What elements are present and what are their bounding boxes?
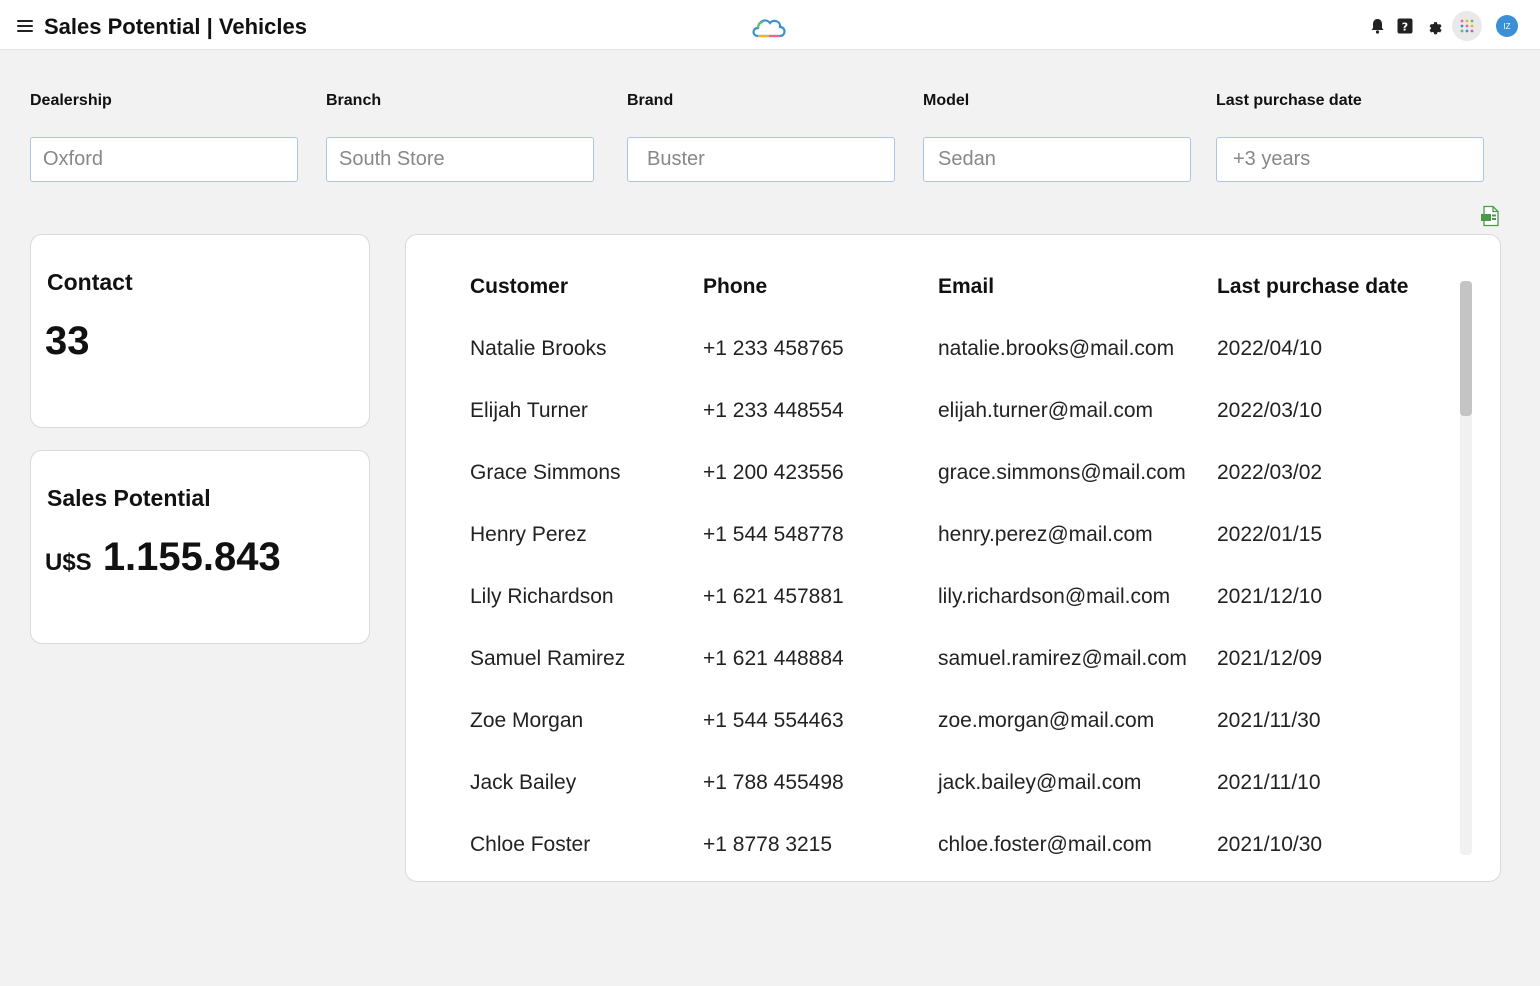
cell-phone: +1 8778 3215 bbox=[703, 833, 833, 856]
filter-branch: Branch bbox=[326, 92, 594, 182]
cell-customer: Henry Perez bbox=[470, 523, 587, 546]
cell-email: natalie.brooks@mail.com bbox=[938, 337, 1175, 360]
cell-phone: +1 233 448554 bbox=[703, 399, 844, 422]
apps-grid-icon[interactable] bbox=[1452, 11, 1482, 41]
cell-phone: +1 200 423556 bbox=[703, 461, 844, 484]
gear-icon[interactable] bbox=[1424, 17, 1442, 35]
card-title: Sales Potential bbox=[47, 485, 211, 511]
table-row[interactable]: Samuel Ramirez +1 621 448884 samuel.rami… bbox=[406, 639, 1456, 679]
page-title: Sales Potential | Vehicles bbox=[44, 14, 307, 39]
branch-input[interactable] bbox=[326, 137, 594, 182]
currency-symbol: U$S bbox=[45, 549, 92, 576]
cell-customer: Chloe Foster bbox=[470, 833, 591, 856]
cell-last-purchase-date: 2022/03/02 bbox=[1217, 461, 1323, 484]
cell-email: zoe.morgan@mail.com bbox=[938, 709, 1155, 732]
table-row[interactable]: Lily Richardson +1 621 457881 lily.richa… bbox=[406, 577, 1456, 617]
top-bar: Sales Potential | Vehicles ? IZ bbox=[0, 0, 1540, 50]
filter-brand: Brand bbox=[627, 92, 895, 182]
filter-label: Last purchase date bbox=[1216, 92, 1362, 109]
cell-email: elijah.turner@mail.com bbox=[938, 399, 1154, 422]
cell-email: chloe.foster@mail.com bbox=[938, 833, 1152, 856]
table-row[interactable]: Henry Perez +1 544 548778 henry.perez@ma… bbox=[406, 515, 1456, 555]
filter-label: Model bbox=[923, 92, 970, 109]
cell-customer: Zoe Morgan bbox=[470, 709, 584, 732]
cell-customer: Elijah Turner bbox=[470, 399, 588, 422]
table-scrollbar[interactable] bbox=[1460, 281, 1472, 855]
last-purchase-date-input[interactable] bbox=[1216, 137, 1484, 182]
bell-icon[interactable] bbox=[1368, 17, 1386, 35]
cell-customer: Lily Richardson bbox=[470, 585, 614, 608]
column-header-customer[interactable]: Customer bbox=[470, 267, 568, 307]
cell-phone: +1 544 554463 bbox=[703, 709, 844, 732]
table-header: Customer Phone Email Last purchase date bbox=[406, 267, 1456, 307]
sales-potential-card: Sales Potential U$S 1.155.843 bbox=[30, 450, 370, 644]
sales-potential-amount: U$S 1.155.843 bbox=[45, 535, 281, 580]
model-input[interactable] bbox=[923, 137, 1191, 182]
contact-count: 33 bbox=[45, 319, 90, 363]
export-spreadsheet-icon[interactable] bbox=[1480, 205, 1502, 227]
filter-label: Brand bbox=[627, 92, 674, 109]
menu-icon[interactable] bbox=[17, 20, 33, 32]
cell-last-purchase-date: 2022/04/10 bbox=[1217, 337, 1323, 360]
brand-input[interactable] bbox=[627, 137, 895, 182]
table-row[interactable]: Zoe Morgan +1 544 554463 zoe.morgan@mail… bbox=[406, 701, 1456, 741]
table-row[interactable]: Grace Simmons +1 200 423556 grace.simmon… bbox=[406, 453, 1456, 493]
column-header-phone[interactable]: Phone bbox=[703, 267, 767, 307]
cell-phone: +1 788 455498 bbox=[703, 771, 844, 794]
table-row[interactable]: Chloe Foster +1 8778 3215 chloe.foster@m… bbox=[406, 825, 1456, 865]
cell-customer: Jack Bailey bbox=[470, 771, 577, 794]
header-actions: ? IZ bbox=[1368, 11, 1518, 41]
table-row[interactable]: Natalie Brooks +1 233 458765 natalie.bro… bbox=[406, 329, 1456, 369]
dealership-input[interactable] bbox=[30, 137, 298, 182]
column-header-email[interactable]: Email bbox=[938, 267, 994, 307]
filter-dealership: Dealership bbox=[30, 92, 298, 182]
cell-customer: Samuel Ramirez bbox=[470, 647, 626, 670]
cell-phone: +1 233 458765 bbox=[703, 337, 844, 360]
cell-email: grace.simmons@mail.com bbox=[938, 461, 1186, 484]
cell-last-purchase-date: 2021/10/30 bbox=[1217, 833, 1323, 856]
cell-customer: Grace Simmons bbox=[470, 461, 621, 484]
cell-email: samuel.ramirez@mail.com bbox=[938, 647, 1187, 670]
cell-email: jack.bailey@mail.com bbox=[938, 771, 1142, 794]
filter-model: Model bbox=[923, 92, 1191, 182]
table-row[interactable]: Elijah Turner +1 233 448554 elijah.turne… bbox=[406, 391, 1456, 431]
cell-phone: +1 621 457881 bbox=[703, 585, 844, 608]
cloud-logo-icon bbox=[752, 19, 786, 38]
help-icon[interactable]: ? bbox=[1396, 17, 1414, 35]
customer-table: Customer Phone Email Last purchase date … bbox=[405, 234, 1501, 882]
cell-last-purchase-date: 2022/01/15 bbox=[1217, 523, 1323, 546]
filter-label: Branch bbox=[326, 92, 382, 109]
cell-email: henry.perez@mail.com bbox=[938, 523, 1153, 546]
filter-label: Dealership bbox=[30, 92, 112, 109]
card-title: Contact bbox=[47, 269, 133, 295]
filter-bar: Dealership Branch Brand Model Last purch… bbox=[0, 92, 1540, 192]
cell-last-purchase-date: 2021/12/09 bbox=[1217, 647, 1323, 670]
sales-value: 1.155.843 bbox=[102, 535, 281, 579]
table-row[interactable]: Jack Bailey +1 788 455498 jack.bailey@ma… bbox=[406, 763, 1456, 803]
cell-email: lily.richardson@mail.com bbox=[938, 585, 1171, 608]
avatar[interactable]: IZ bbox=[1496, 15, 1518, 37]
svg-text:?: ? bbox=[1402, 21, 1408, 34]
filter-last-purchase-date: Last purchase date bbox=[1216, 92, 1484, 182]
cell-last-purchase-date: 2022/03/10 bbox=[1217, 399, 1323, 422]
column-header-last-purchase-date[interactable]: Last purchase date bbox=[1217, 267, 1408, 307]
cell-phone: +1 544 548778 bbox=[703, 523, 844, 546]
cell-last-purchase-date: 2021/11/30 bbox=[1217, 709, 1321, 732]
scrollbar-thumb[interactable] bbox=[1460, 281, 1472, 416]
cell-last-purchase-date: 2021/11/10 bbox=[1217, 771, 1321, 794]
cell-customer: Natalie Brooks bbox=[470, 337, 607, 360]
cell-phone: +1 621 448884 bbox=[703, 647, 844, 670]
contact-card: Contact 33 bbox=[30, 234, 370, 428]
cell-last-purchase-date: 2021/12/10 bbox=[1217, 585, 1323, 608]
